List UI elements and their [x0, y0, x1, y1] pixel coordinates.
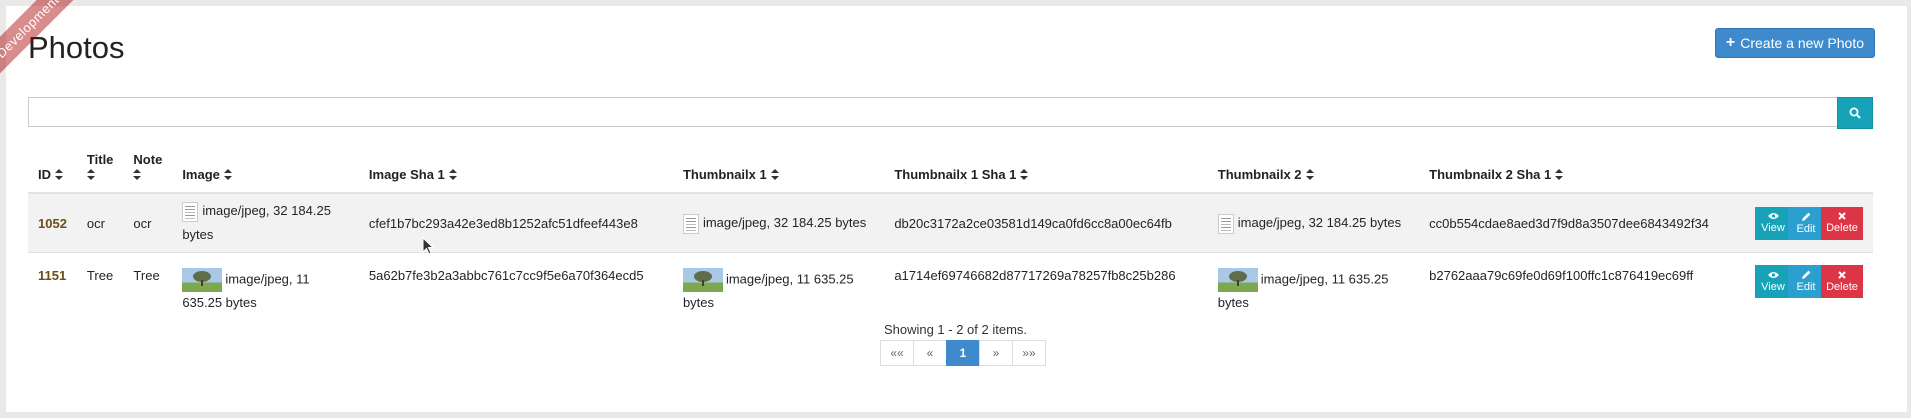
pencil-icon — [1801, 212, 1810, 221]
column-header-image-sha1[interactable]: Image Sha 1 — [358, 142, 673, 194]
search-bar — [28, 97, 1873, 129]
column-header-id[interactable]: ID — [28, 142, 77, 194]
times-icon — [1838, 212, 1846, 220]
delete-button[interactable]: Delete — [1821, 265, 1863, 298]
row-id-link[interactable]: 1151 — [38, 268, 66, 283]
column-header-thumb2[interactable]: Thumbnailx 2 — [1207, 142, 1420, 194]
plus-icon: + — [1725, 34, 1736, 51]
sort-icon — [1305, 169, 1314, 180]
edit-button[interactable]: Edit — [1788, 265, 1824, 298]
image-thumbnail[interactable] — [1217, 213, 1234, 234]
row-note: ocr — [123, 192, 173, 253]
create-photo-label: Create a new Photo — [1740, 35, 1864, 51]
times-icon — [1838, 270, 1846, 279]
sort-icon — [133, 169, 142, 180]
search-input[interactable] — [28, 97, 1837, 127]
row-image: image/jpeg, 11 635.25 bytes — [172, 252, 359, 326]
mouse-cursor-icon — [422, 237, 434, 255]
create-photo-button[interactable]: + Create a new Photo — [1714, 28, 1875, 58]
table-row: 1151 Tree Tree image/jpeg, 11 635.25 byt… — [28, 252, 1873, 326]
image-thumbnail[interactable] — [182, 268, 223, 292]
sort-icon — [86, 169, 95, 180]
sort-icon — [448, 169, 457, 180]
row-title: ocr — [76, 192, 124, 253]
image-thumbnail[interactable] — [1217, 268, 1258, 292]
column-header-title[interactable]: Title — [76, 142, 124, 194]
pager-page-current[interactable]: 1 — [946, 340, 980, 366]
image-thumbnail[interactable] — [182, 201, 199, 222]
pager-last[interactable]: »» — [1012, 340, 1046, 366]
row-thumb1: image/jpeg, 32 184.25 bytes — [672, 192, 885, 253]
row-actions: View Edit Delete — [1718, 192, 1873, 253]
row-thumb2-sha1: b2762aaa79c69fe0d69f100ffc1c876419ec69ff — [1419, 252, 1719, 326]
photos-table: ID Title Note Image Image Sha 1 Thumbnai… — [28, 142, 1873, 326]
pagination-summary: Showing 1 - 2 of 2 items. — [883, 322, 1028, 337]
pager-next[interactable]: » — [979, 340, 1013, 366]
column-header-note[interactable]: Note — [123, 142, 173, 194]
column-header-thumb2-sha1[interactable]: Thumbnailx 2 Sha 1 — [1419, 142, 1719, 194]
row-thumb1-sha1: db20c3172a2ce03581d149ca0fd6cc8a00ec64fb — [884, 192, 1208, 253]
pagination: «« « 1 » »» — [880, 340, 1046, 366]
environment-ribbon-label: Development — [0, 0, 80, 80]
row-thumb1-sha1: a1714ef69746682d87717269a78257fb8c25b286 — [884, 252, 1208, 326]
sort-icon — [55, 169, 63, 180]
row-image-sha1: cfef1b7bc293a42e3ed8b1252afc51dfeef443e8 — [358, 192, 673, 253]
row-image: image/jpeg, 32 184.25 bytes — [172, 192, 359, 253]
environment-ribbon: Development — [0, 0, 80, 80]
sort-icon — [1020, 169, 1029, 180]
column-header-thumb1-sha1[interactable]: Thumbnailx 1 Sha 1 — [884, 142, 1208, 194]
row-image-sha1: 5a62b7fe3b2a3abbc761c7cc9f5e6a70f364ecd5 — [358, 252, 673, 326]
column-header-image[interactable]: Image — [172, 142, 359, 194]
eye-icon — [1767, 271, 1779, 278]
pencil-icon — [1801, 270, 1810, 279]
sort-icon — [770, 169, 779, 180]
column-header-thumb1[interactable]: Thumbnailx 1 — [672, 142, 885, 194]
edit-button[interactable]: Edit — [1788, 206, 1824, 240]
pager-prev[interactable]: « — [913, 340, 947, 366]
table-row: 1052 ocr ocr image/jpeg, 32 184.25 bytes… — [28, 192, 1873, 253]
pager-first[interactable]: «« — [880, 340, 914, 366]
row-actions: View Edit Delete — [1718, 252, 1873, 326]
delete-button[interactable]: Delete — [1821, 206, 1863, 240]
eye-icon — [1767, 213, 1779, 219]
row-thumb2-sha1: cc0b554cdae8aed3d7f9d8a3507dee6843492f34 — [1419, 192, 1719, 253]
row-id-link[interactable]: 1052 — [38, 216, 67, 231]
row-note: Tree — [123, 252, 173, 326]
search-button[interactable] — [1837, 97, 1873, 129]
view-button[interactable]: View — [1755, 265, 1791, 298]
row-thumb2: image/jpeg, 32 184.25 bytes — [1207, 192, 1420, 253]
row-thumb1: image/jpeg, 11 635.25 bytes — [672, 252, 885, 326]
image-thumbnail[interactable] — [682, 268, 723, 292]
search-icon — [1849, 107, 1861, 119]
view-button[interactable]: View — [1755, 206, 1791, 240]
sort-icon — [1555, 169, 1564, 180]
image-thumbnail[interactable] — [682, 213, 699, 234]
sort-icon — [223, 169, 232, 180]
table-header-row: ID Title Note Image Image Sha 1 Thumbnai… — [28, 142, 1873, 194]
row-title: Tree — [76, 252, 124, 326]
row-thumb2: image/jpeg, 11 635.25 bytes — [1207, 252, 1420, 326]
column-header-actions — [1718, 142, 1873, 194]
